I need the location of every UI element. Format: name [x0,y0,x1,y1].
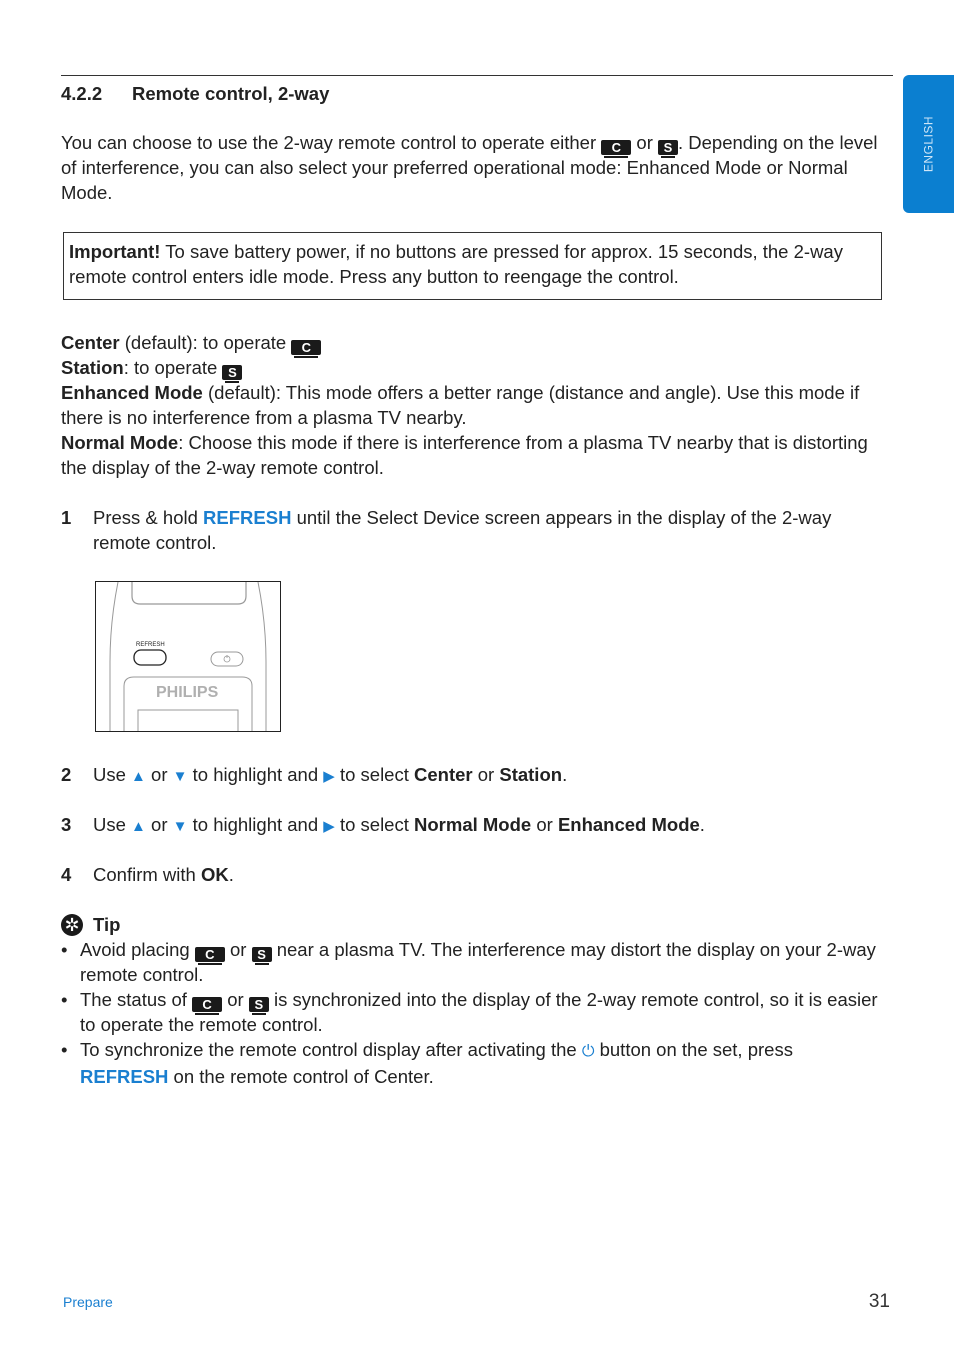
tip-icon: ✲ [61,913,83,936]
refresh-button-drawing [133,649,167,666]
text: or [145,814,173,835]
refresh-key: REFRESH [203,507,292,528]
text: to highlight and [187,764,324,785]
definition-center: Center (default): to operate C [61,330,886,358]
definition-normal: Normal Mode: Choose this mode if there i… [61,430,886,480]
center-icon: C [192,997,223,1015]
option-enhanced-mode: Enhanced Mode [557,814,700,835]
up-arrow-icon: ▲ [131,818,146,835]
down-arrow-icon: ▼ [172,818,188,835]
step-number: 4 [61,864,72,885]
definition-enhanced: Enhanced Mode (default): This mode offer… [61,380,886,430]
text: . [562,764,568,785]
text: to select [334,814,415,835]
right-arrow-icon: ▶ [323,768,335,785]
text: or [145,764,173,785]
step-number: 3 [61,814,72,835]
remote-control-illustration: REFRESH PHILIPS [95,581,281,732]
center-icon: C [194,947,225,965]
option-center: Center [414,764,473,785]
power-icon: ⏻ [581,1043,595,1060]
text: to select [334,764,415,785]
section-heading: 4.2.2 Remote control, 2-way [61,81,329,106]
important-label: Important! [69,241,161,262]
step-4: 4 Confirm with OK. [61,862,886,887]
definitions: Center (default): to operate C Station: … [61,330,886,480]
step-3: 3 Use ▲ or ▼ to highlight and ▶ to selec… [61,812,886,839]
text: near a plasma TV. The interference may d… [80,939,876,985]
text: Confirm with [93,864,201,885]
step-number: 1 [61,507,72,528]
tip-list: Avoid placing C or S near a plasma TV. T… [61,937,881,1089]
philips-brand: PHILIPS [156,684,219,701]
normal-term: Normal Mode [61,432,179,453]
tip-item: To synchronize the remote control displa… [61,1037,881,1089]
center-desc: (default): to operate [119,332,292,353]
footer-section-link[interactable]: Prepare [63,1290,113,1315]
text: . [699,814,705,835]
refresh-key: REFRESH [80,1066,169,1087]
page-number: 31 [868,1291,890,1312]
power-button-drawing [210,651,244,667]
step-text: Press & hold REFRESH until the Select De… [93,505,886,555]
header-rule [61,75,893,76]
text: Avoid placing [80,939,195,960]
center-icon: C [601,140,632,158]
center-term: Center [61,332,120,353]
text: or [472,764,500,785]
right-arrow-icon: ▶ [323,818,335,835]
enhanced-term: Enhanced Mode [61,382,203,403]
text: or [224,939,252,960]
station-icon: S [658,140,678,158]
text: on the remote control of Center. [168,1066,434,1087]
station-icon: S [251,947,272,965]
station-icon: S [222,365,243,383]
text: or [531,814,558,835]
language-tab-label: ENGLISH [921,115,935,173]
up-arrow-icon: ▲ [131,768,146,785]
text: To synchronize the remote control displa… [80,1039,582,1060]
station-icon: S [248,997,269,1015]
intro-or: or [636,132,653,153]
step-text-pre: Press & hold [93,507,204,528]
text: to highlight and [187,814,324,835]
intro-text: You can choose to use the 2-way remote c… [61,132,597,153]
center-icon: C [291,340,322,358]
tip-heading: ✲ Tip [61,912,120,937]
text: or [222,989,249,1010]
option-normal-mode: Normal Mode [414,814,532,835]
text: The status of [80,989,193,1010]
step-text: Use ▲ or ▼ to highlight and ▶ to select … [93,812,886,839]
step-1: 1 Press & hold REFRESH until the Select … [61,505,886,555]
station-term: Station [61,357,124,378]
normal-desc: : Choose this mode if there is interfere… [61,432,868,478]
ok-key: OK [200,864,229,885]
station-desc: : to operate [123,357,223,378]
refresh-label: REFRESH [136,642,165,648]
step-text: Confirm with OK. [93,862,886,887]
down-arrow-icon: ▼ [172,768,188,785]
step-number: 2 [61,764,72,785]
remote-control-drawing [109,582,267,731]
intro-paragraph: You can choose to use the 2-way remote c… [61,130,886,205]
option-station: Station [499,764,563,785]
section-title: Remote control, 2-way [132,83,330,104]
important-note-box: Important! To save battery power, if no … [63,232,882,300]
step-text: Use ▲ or ▼ to highlight and ▶ to select … [93,762,886,789]
tip-item: Avoid placing C or S near a plasma TV. T… [61,937,881,987]
text: . [228,864,234,885]
text: Use [93,814,132,835]
tip-item: The status of C or S is synchronized int… [61,987,881,1037]
tip-title: Tip [93,914,121,935]
step-2: 2 Use ▲ or ▼ to highlight and ▶ to selec… [61,762,886,789]
text: button on the set, press [594,1039,793,1060]
text: is synchronized into the display of the … [80,989,878,1035]
text: Use [93,764,132,785]
definition-station: Station: to operate S [61,355,886,383]
section-number: 4.2.2 [61,83,103,104]
important-text: To save battery power, if no buttons are… [69,241,843,287]
language-tab[interactable]: ENGLISH [903,75,954,213]
